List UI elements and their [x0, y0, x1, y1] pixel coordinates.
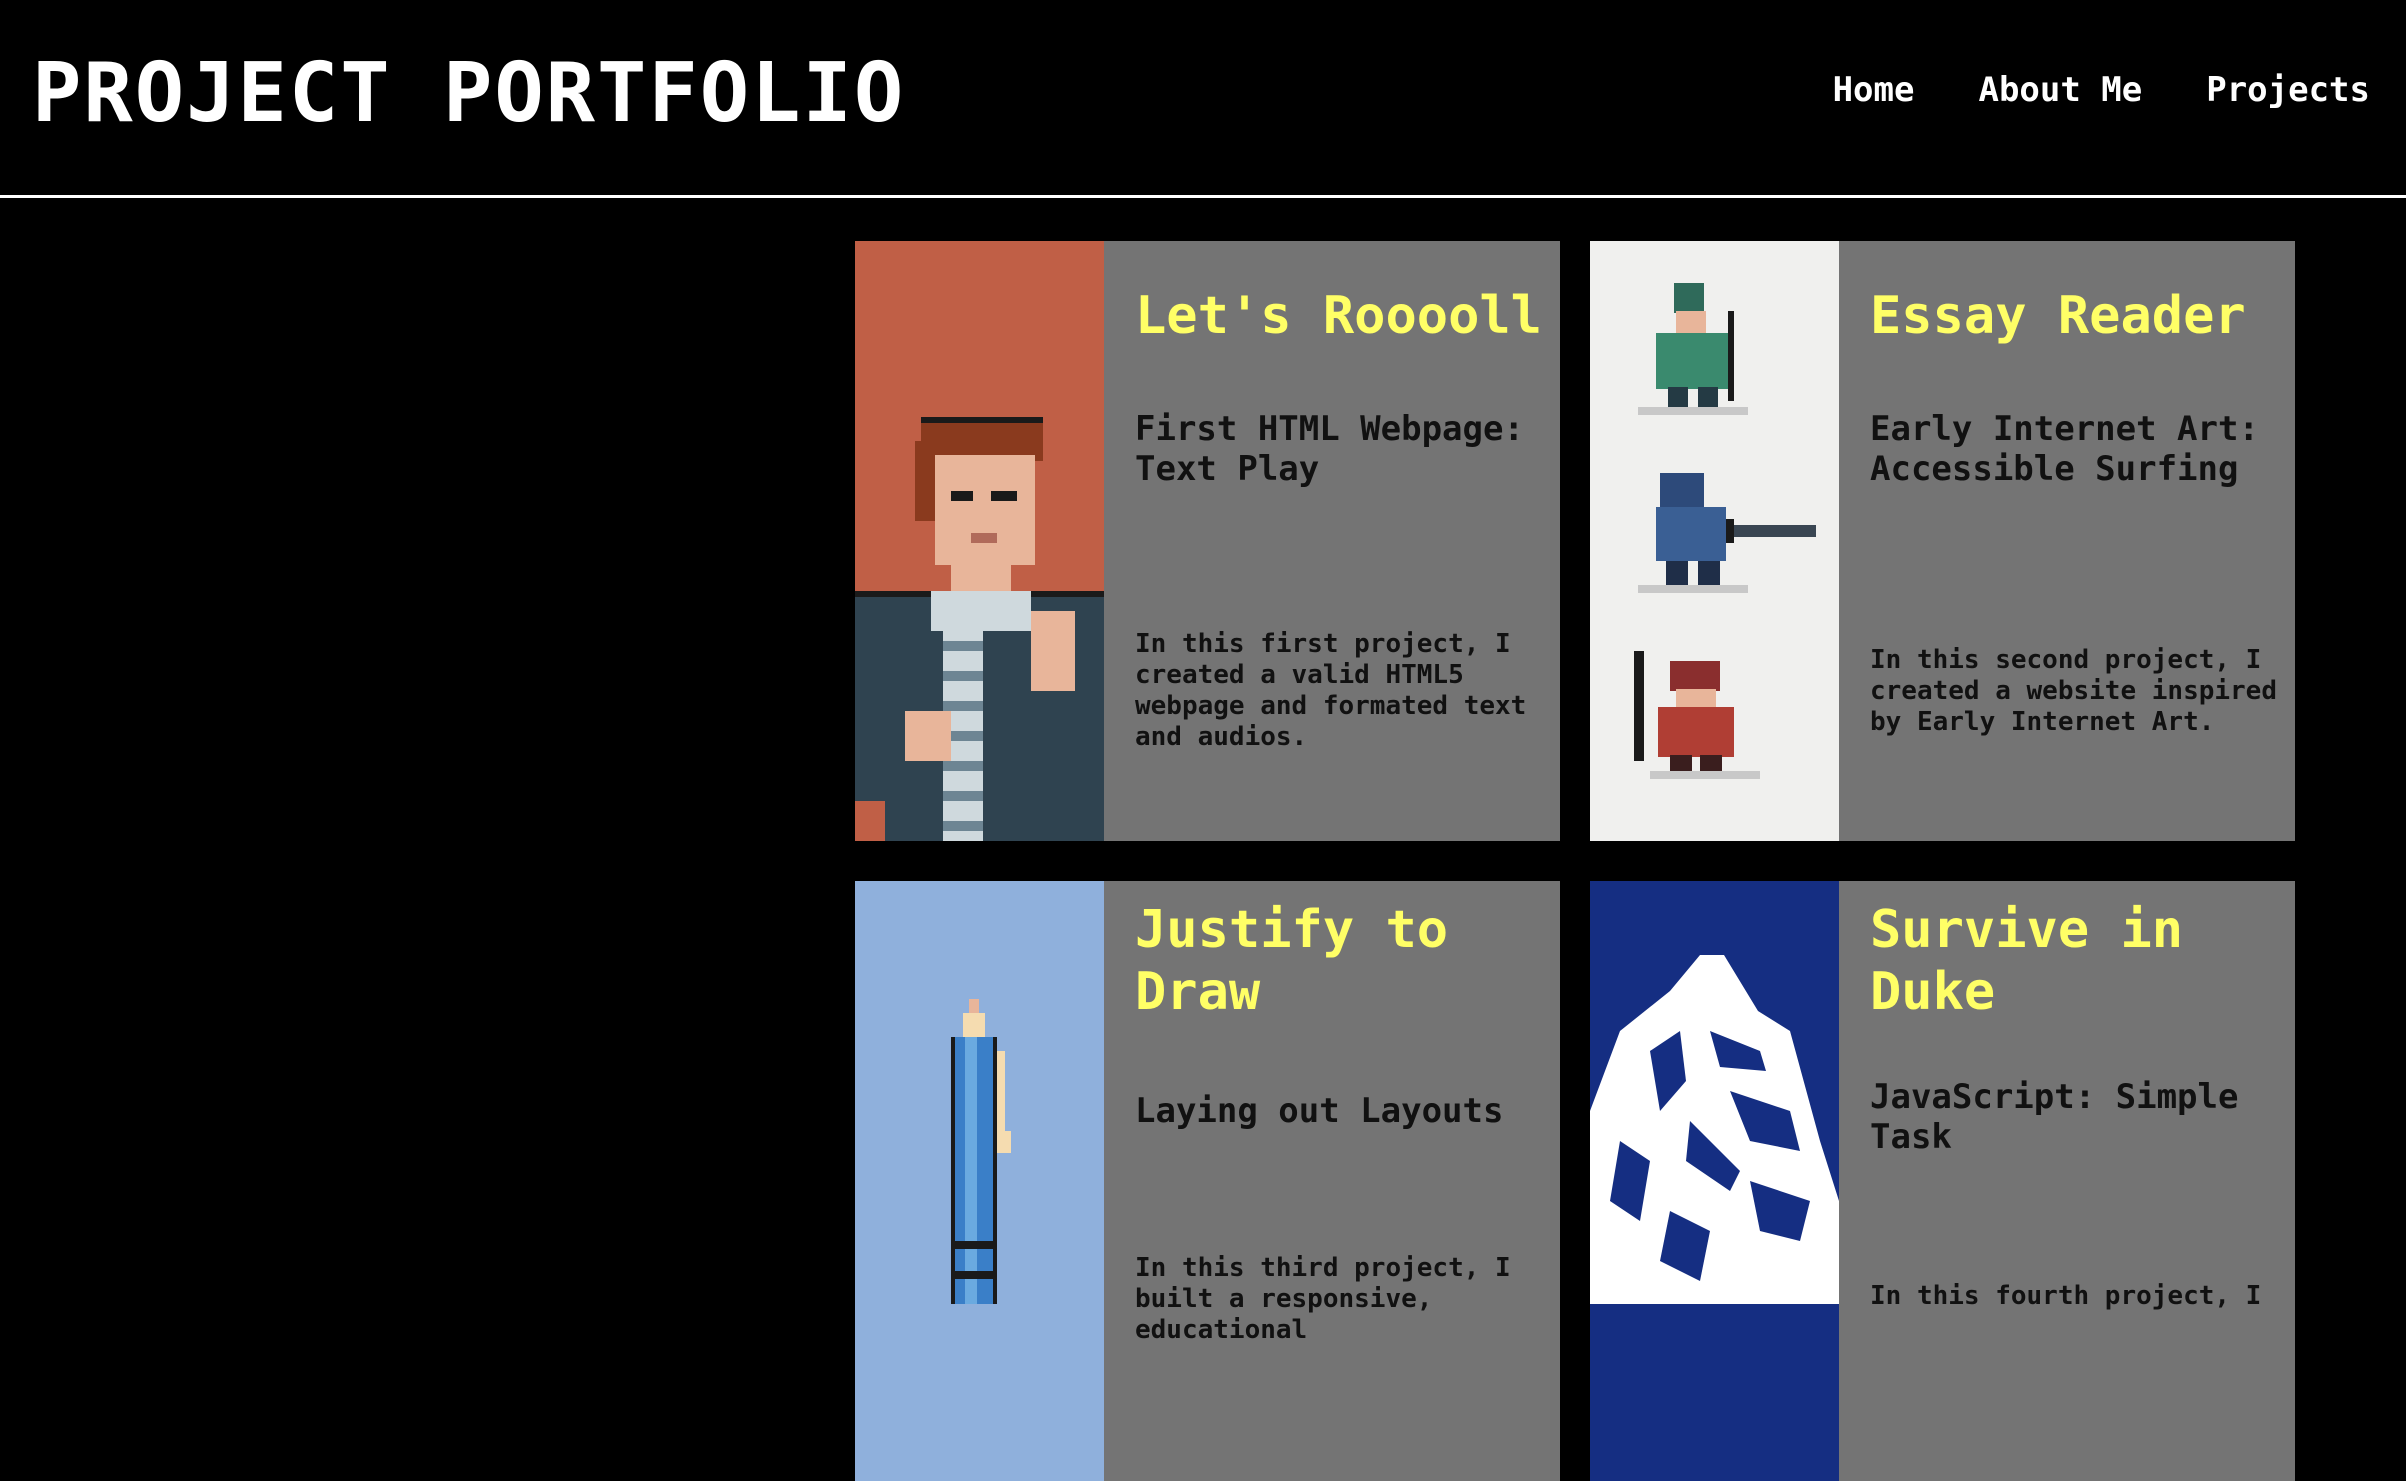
project-2-subtitle: Early Internet Art: Accessible Surfing — [1870, 409, 2259, 489]
pixel-warriors-icon — [1634, 283, 1816, 779]
nav-about-me[interactable]: About Me — [1978, 70, 2142, 110]
project-card-4[interactable]: Survive in Duke JavaScript: Simple Task … — [1590, 881, 2295, 1481]
project-2-info: Essay Reader Early Internet Art: Accessi… — [1839, 241, 2295, 841]
pixel-pencil-icon — [951, 999, 1011, 1304]
main-nav: Home About Me Projects — [1833, 70, 2370, 110]
project-4-info: Survive in Duke JavaScript: Simple Task … — [1839, 881, 2295, 1481]
project-card-3[interactable]: Justify to Draw Laying out Layouts In th… — [855, 881, 1560, 1481]
project-3-title[interactable]: Justify to Draw — [1135, 899, 1560, 1023]
project-2-description: In this second project, I created a webs… — [1870, 645, 2277, 737]
project-1-art — [855, 241, 1104, 841]
project-card-2[interactable]: Essay Reader Early Internet Art: Accessi… — [1590, 241, 2295, 841]
pixel-man-portrait-icon — [855, 417, 1104, 841]
site-header: PROJECT PORTFOLIO Home About Me Projects — [0, 0, 2406, 198]
project-4-description: In this fourth project, I — [1870, 1281, 2262, 1311]
project-2-art — [1590, 241, 1839, 841]
duke-blue-devil-icon — [1590, 955, 1839, 1304]
project-3-description: In this third project, I built a respons… — [1135, 1253, 1511, 1345]
project-1-info: Let's Rooooll First HTML Webpage: Text P… — [1104, 241, 1560, 841]
project-3-subtitle: Laying out Layouts — [1135, 1091, 1504, 1131]
project-card-1[interactable]: Let's Rooooll First HTML Webpage: Text P… — [855, 241, 1560, 841]
project-4-title[interactable]: Survive in Duke — [1870, 899, 2295, 1023]
project-4-art — [1590, 881, 1839, 1481]
project-1-description: In this first project, I created a valid… — [1135, 629, 1527, 752]
nav-home[interactable]: Home — [1833, 70, 1915, 110]
project-4-subtitle: JavaScript: Simple Task — [1870, 1077, 2239, 1157]
project-3-art — [855, 881, 1104, 1481]
project-3-info: Justify to Draw Laying out Layouts In th… — [1104, 881, 1560, 1481]
nav-projects[interactable]: Projects — [2206, 70, 2370, 110]
project-1-subtitle: First HTML Webpage: Text Play — [1135, 409, 1524, 489]
project-1-title[interactable]: Let's Rooooll — [1135, 285, 1560, 347]
project-2-title[interactable]: Essay Reader — [1870, 285, 2295, 347]
site-title: PROJECT PORTFOLIO — [32, 46, 906, 141]
